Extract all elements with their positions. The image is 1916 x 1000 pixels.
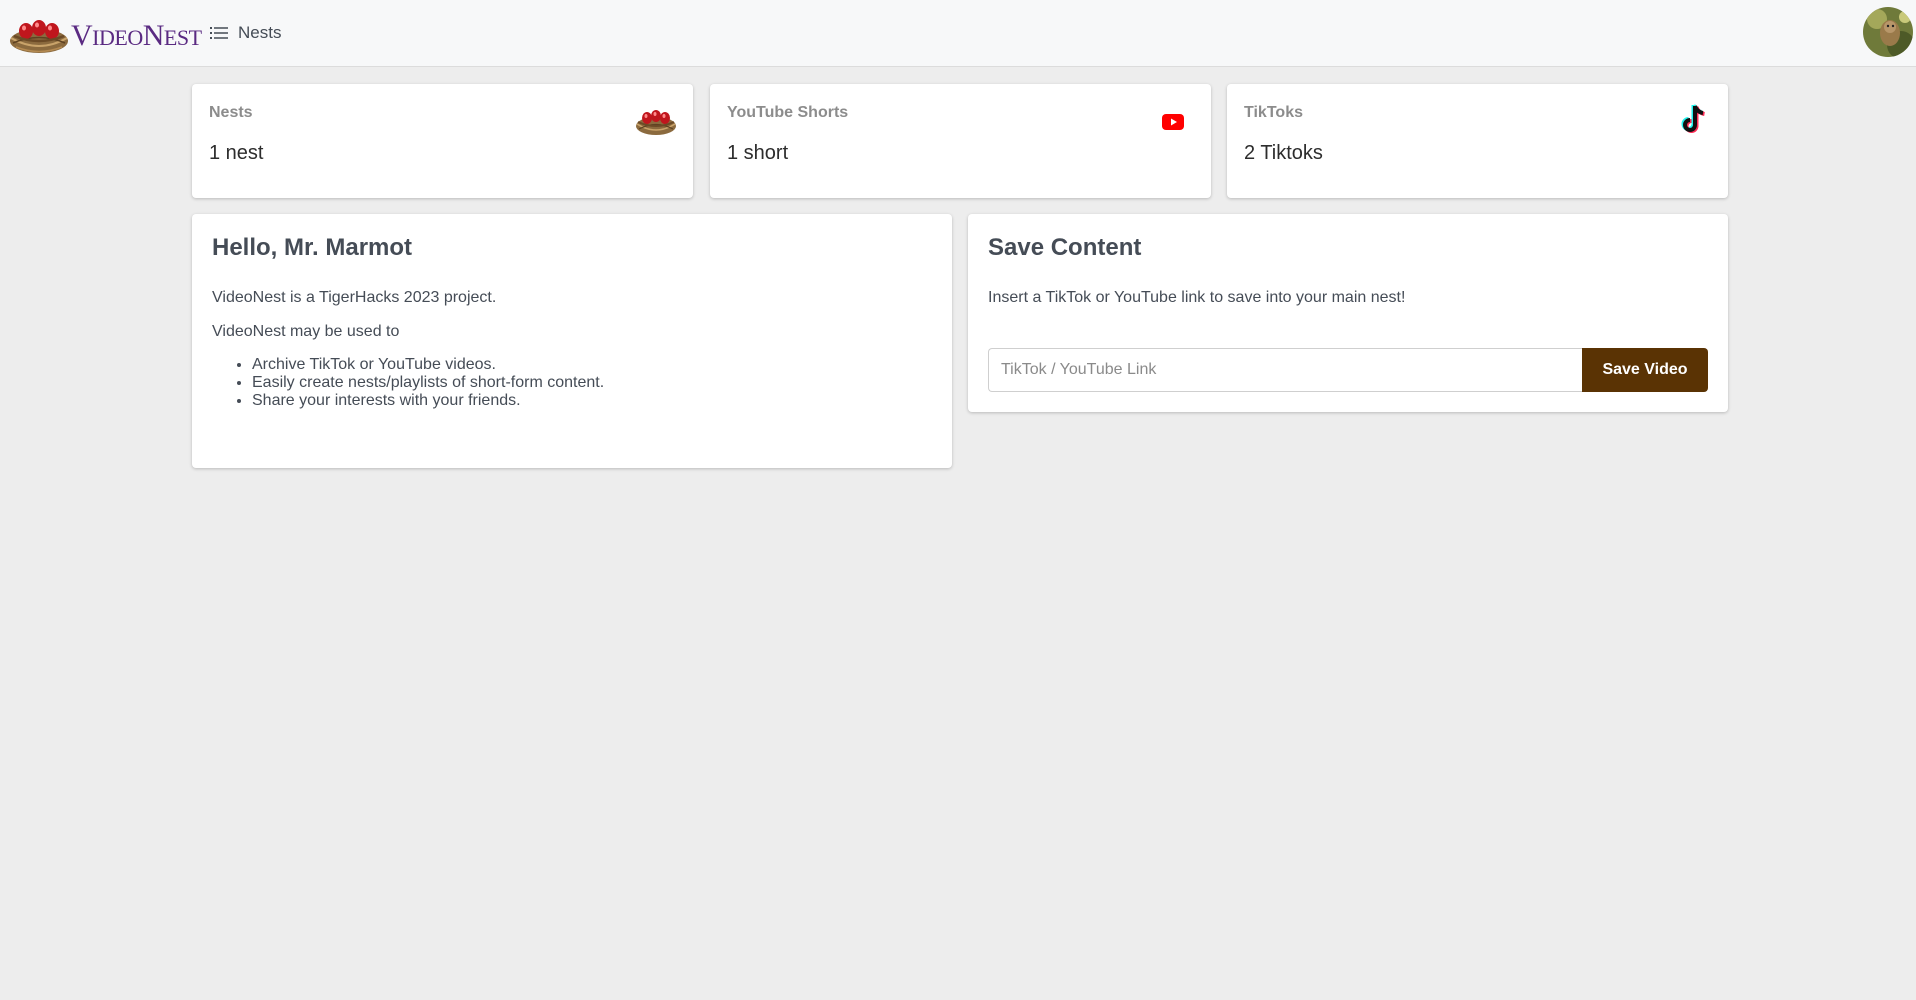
stat-label: TikToks bbox=[1244, 104, 1303, 121]
brand-name: VIDEONEST bbox=[71, 19, 202, 52]
tiktoks-stat-card: TikToks 2 Tiktoks bbox=[1227, 84, 1728, 198]
stat-label: Nests bbox=[209, 104, 253, 121]
nav-nests-label: Nests bbox=[238, 23, 282, 42]
welcome-uses-intro: VideoNest may be used to bbox=[212, 323, 400, 340]
nav-nests-link[interactable]: Nests bbox=[210, 20, 281, 46]
brand-home-link[interactable]: VIDEONEST bbox=[8, 12, 202, 56]
welcome-intro: VideoNest is a TigerHacks 2023 project. bbox=[212, 289, 497, 306]
nest-icon bbox=[10, 20, 68, 53]
save-content-panel: Save Content Insert a TikTok or YouTube … bbox=[968, 214, 1728, 412]
save-content-title: Save Content bbox=[988, 234, 1142, 261]
stat-value: 1 short bbox=[727, 142, 789, 164]
avatar-image bbox=[1863, 7, 1913, 57]
list-icon bbox=[210, 27, 228, 39]
welcome-panel: Hello, Mr. Marmot VideoNest is a TigerHa… bbox=[192, 214, 952, 468]
list-item: Archive TikTok or YouTube videos. bbox=[252, 356, 604, 374]
stat-value: 1 nest bbox=[209, 142, 264, 164]
nest-icon bbox=[636, 110, 676, 135]
tiktok-icon bbox=[1681, 104, 1705, 133]
save-video-button[interactable]: Save Video bbox=[1582, 348, 1708, 392]
welcome-title: Hello, Mr. Marmot bbox=[212, 234, 413, 261]
save-content-description: Insert a TikTok or YouTube link to save … bbox=[988, 289, 1406, 306]
list-item: Easily create nests/playlists of short-f… bbox=[252, 374, 604, 392]
uses-list: Archive TikTok or YouTube videos. Easily… bbox=[212, 356, 604, 410]
video-link-input[interactable] bbox=[988, 348, 1582, 392]
youtube-icon bbox=[1162, 114, 1184, 130]
list-item: Share your interests with your friends. bbox=[252, 392, 604, 410]
stat-value: 2 Tiktoks bbox=[1244, 142, 1323, 164]
top-navbar: VIDEONEST Nests bbox=[0, 0, 1916, 67]
stat-label: YouTube Shorts bbox=[727, 104, 849, 121]
youtube-shorts-stat-card: YouTube Shorts 1 short bbox=[710, 84, 1211, 198]
user-avatar[interactable] bbox=[1863, 7, 1913, 57]
nests-stat-card: Nests 1 nest bbox=[192, 84, 693, 198]
